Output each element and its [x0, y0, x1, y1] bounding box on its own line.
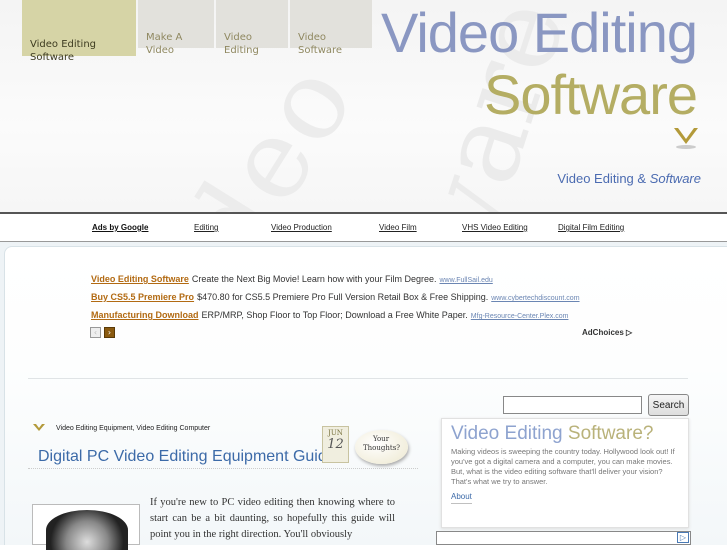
- nav-make-a-video[interactable]: Make A Video: [138, 0, 214, 56]
- nav-video-software[interactable]: Video Software: [290, 0, 372, 56]
- nav-video-editing[interactable]: Video Editing: [216, 0, 288, 56]
- post-title[interactable]: Digital PC Video Editing Equipment Guide: [38, 447, 336, 466]
- nav-video-editing-software[interactable]: Video Editing Software: [22, 0, 136, 63]
- ad-next-icon[interactable]: ›: [104, 327, 115, 338]
- watermark-video: Video: [94, 38, 380, 212]
- chevron-down-icon: [33, 424, 45, 431]
- sidebar-title-a: Video Editing: [451, 423, 563, 444]
- post-date: JUN 12: [322, 426, 349, 463]
- ad-unit-1[interactable]: Video Editing Software Create the Next Bi…: [91, 274, 493, 284]
- tagline-text: Video Editing &: [557, 171, 650, 186]
- site-header: Video Software Video Editing Software Ma…: [0, 0, 727, 212]
- adchoices-icon[interactable]: ▷: [626, 328, 632, 337]
- ad-play-icon[interactable]: ▷: [677, 532, 689, 543]
- adchoices[interactable]: AdChoices ▷: [582, 328, 632, 337]
- date-month: JUN: [328, 429, 343, 437]
- ads-by-google-label[interactable]: Ads by Google: [92, 223, 148, 232]
- post-excerpt: If you're new to PC video editing then k…: [150, 497, 395, 540]
- adchoices-label[interactable]: AdChoices: [582, 328, 624, 337]
- link-video-production[interactable]: Video Production: [271, 223, 332, 232]
- ad-title[interactable]: Video Editing Software: [91, 274, 189, 284]
- ad-url[interactable]: Mfg-Resource-Center.Plex.com: [471, 313, 569, 320]
- hard-drive-image: [46, 510, 128, 550]
- ad-text: Create the Next Big Movie! Learn how wit…: [191, 274, 437, 284]
- ad-prev-icon[interactable]: ‹: [90, 327, 101, 338]
- divider: [28, 378, 688, 379]
- search-input[interactable]: [503, 396, 642, 414]
- chevron-logo-icon: [674, 128, 698, 149]
- link-video-film[interactable]: Video Film: [379, 223, 417, 232]
- link-digital-film-editing[interactable]: Digital Film Editing: [558, 223, 624, 232]
- tagline: Video Editing & Software: [557, 171, 701, 186]
- divider-dotted: [28, 468, 418, 469]
- ad-text: ERP/MRP, Shop Floor to Top Floor; Downlo…: [201, 310, 468, 320]
- post-categories[interactable]: Video Editing Equipment, Video Editing C…: [56, 425, 210, 432]
- ad-title[interactable]: Manufacturing Download: [91, 310, 199, 320]
- sidebar-text: Making videos is sweeping the country to…: [451, 447, 675, 486]
- logo-line2[interactable]: Software: [484, 62, 698, 127]
- ad-url[interactable]: www.FullSail.edu: [439, 277, 492, 284]
- comments-bubble-label[interactable]: Your Thoughts?: [363, 435, 400, 453]
- link-editing[interactable]: Editing: [194, 223, 218, 232]
- ad-text: $470.80 for CS5.5 Premiere Pro Full Vers…: [197, 292, 489, 302]
- ad-link-bar: Ads by Google Editing Video Production V…: [0, 212, 727, 242]
- post-title-text[interactable]: Digital PC Video Editing Equipment Guide: [38, 448, 336, 465]
- ad-unit-2[interactable]: Buy CS5.5 Premiere Pro $470.80 for CS5.5 …: [91, 292, 580, 302]
- ad-box-bottom[interactable]: [436, 531, 691, 545]
- post-thumbnail[interactable]: [32, 504, 140, 550]
- ad-unit-3[interactable]: Manufacturing Download ERP/MRP, Shop Floo…: [91, 310, 568, 320]
- date-day: 12: [327, 437, 344, 452]
- top-nav: Video Editing Software Make A Video Vide…: [22, 0, 374, 63]
- ad-title[interactable]: Buy CS5.5 Premiere Pro: [91, 292, 194, 302]
- link-vhs-video-editing[interactable]: VHS Video Editing: [462, 223, 528, 232]
- comments-bubble[interactable]: Your Thoughts?: [355, 430, 408, 464]
- tagline-italic: Software: [649, 171, 701, 186]
- ad-url[interactable]: www.cybertechdiscount.com: [491, 295, 579, 302]
- sidebar-title: Video Editing Software?: [451, 423, 653, 445]
- search-button[interactable]: Search: [648, 394, 689, 416]
- logo-line1[interactable]: Video Editing: [381, 0, 698, 65]
- sidebar-title-b: Software?: [567, 423, 654, 444]
- about-link[interactable]: About: [451, 492, 472, 504]
